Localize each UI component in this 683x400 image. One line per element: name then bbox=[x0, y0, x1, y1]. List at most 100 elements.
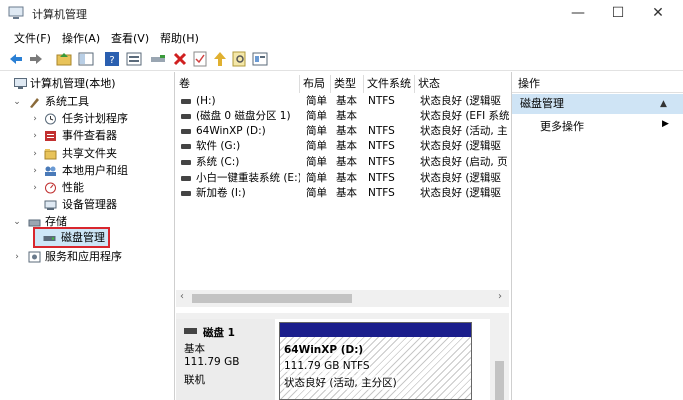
folder-icon bbox=[44, 149, 57, 160]
view-icon[interactable] bbox=[252, 51, 268, 67]
scroll-right-icon[interactable]: › bbox=[498, 291, 502, 302]
menu-help[interactable]: 帮助(H) bbox=[160, 30, 199, 46]
properties-icon[interactable] bbox=[126, 51, 142, 67]
scroll-left-icon[interactable]: ‹ bbox=[180, 291, 184, 302]
computer-management-window: 计算机管理 — ☐ ✕ 文件(F) 操作(A) 查看(V) 帮助(H) ? 计算… bbox=[0, 0, 683, 400]
column-header-volume[interactable]: 卷 bbox=[176, 75, 300, 93]
tree-item-task-scheduler[interactable]: › 任务计划程序 bbox=[0, 110, 175, 128]
disk-status: 联机 bbox=[184, 374, 205, 386]
help-icon[interactable]: ? bbox=[104, 51, 120, 67]
tree-item-disk-management[interactable]: 磁盘管理 bbox=[33, 227, 110, 248]
column-header-type[interactable]: 类型 bbox=[331, 75, 364, 93]
expand-arrow-icon[interactable]: › bbox=[30, 145, 40, 163]
users-icon bbox=[45, 166, 56, 176]
title-bar: 计算机管理 — ☐ ✕ bbox=[0, 0, 683, 27]
disk-type: 基本 bbox=[184, 343, 205, 355]
tree-item-event-viewer[interactable]: › 事件查看器 bbox=[0, 127, 175, 145]
expand-arrow-icon[interactable]: › bbox=[30, 179, 40, 197]
volume-icon bbox=[181, 160, 191, 165]
partition-name: 64WinXP (D:) bbox=[284, 344, 364, 356]
disk-name: 磁盘 1 bbox=[203, 327, 235, 339]
partition-color-bar bbox=[280, 323, 471, 337]
table-row[interactable]: 新加卷 (I:) 简单 基本 NTFS 状态良好 (逻辑驱 bbox=[176, 186, 509, 201]
table-row[interactable]: 小白一键重装系统 (E:) 简单 基本 NTFS 状态良好 (逻辑驱 bbox=[176, 171, 509, 186]
up-arrow-icon[interactable] bbox=[212, 51, 228, 67]
minimize-button[interactable]: — bbox=[558, 0, 598, 27]
menu-bar: 文件(F) 操作(A) 查看(V) 帮助(H) bbox=[0, 27, 683, 47]
volume-icon bbox=[181, 144, 191, 149]
disk-drive-icon bbox=[184, 328, 197, 334]
vertical-scrollbar[interactable] bbox=[490, 319, 509, 400]
up-folder-icon[interactable] bbox=[56, 51, 72, 67]
action-pane-header: 操作 bbox=[512, 75, 683, 93]
show-hide-tree-icon[interactable] bbox=[78, 51, 94, 67]
volume-icon bbox=[181, 99, 191, 104]
tree-item-system-tools[interactable]: ⌄ 系统工具 bbox=[0, 93, 175, 111]
window-title: 计算机管理 bbox=[32, 8, 87, 21]
partition-status: 状态良好 (活动, 主分区) bbox=[284, 375, 397, 390]
tools-icon bbox=[30, 98, 39, 108]
column-header-filesystem[interactable]: 文件系统 bbox=[364, 75, 415, 93]
horizontal-scrollbar[interactable]: ‹ › bbox=[176, 290, 509, 307]
menu-action[interactable]: 操作(A) bbox=[62, 30, 100, 46]
volume-icon bbox=[181, 191, 191, 196]
tree-item-local-users[interactable]: › 本地用户和组 bbox=[0, 162, 175, 180]
disk-size: 111.79 GB bbox=[184, 356, 240, 368]
column-header-status[interactable]: 状态 bbox=[415, 75, 509, 93]
scrollbar-thumb[interactable] bbox=[495, 361, 504, 400]
expand-arrow-icon[interactable]: › bbox=[30, 127, 40, 145]
expand-arrow-icon[interactable]: › bbox=[30, 110, 40, 128]
tree-root[interactable]: 计算机管理(本地) bbox=[0, 75, 175, 93]
volume-icon bbox=[181, 114, 191, 119]
disk-map: 磁盘 1 基本 111.79 GB 联机 64WinXP (D:) 111.79… bbox=[176, 319, 509, 400]
partition-block[interactable]: 64WinXP (D:) 111.79 GB NTFS 状态良好 (活动, 主分… bbox=[279, 322, 472, 400]
expand-arrow-icon[interactable]: › bbox=[30, 162, 40, 180]
table-row[interactable]: 软件 (G:) 简单 基本 NTFS 状态良好 (逻辑驱 bbox=[176, 139, 509, 154]
scrollbar-thumb[interactable] bbox=[192, 294, 352, 303]
back-icon[interactable] bbox=[8, 51, 24, 67]
clock-icon bbox=[45, 113, 56, 125]
tree-item-services[interactable]: › 服务和应用程序 bbox=[0, 248, 175, 266]
partition-size: 111.79 GB NTFS bbox=[284, 360, 370, 372]
volume-icon bbox=[181, 129, 191, 134]
expand-arrow-icon[interactable]: › bbox=[12, 248, 22, 266]
more-actions-item[interactable]: 更多操作 bbox=[540, 118, 584, 134]
svg-text:?: ? bbox=[109, 55, 114, 66]
table-row[interactable]: 系统 (C:) 简单 基本 NTFS 状态良好 (启动, 页 bbox=[176, 155, 509, 170]
submenu-arrow-icon: ▶ bbox=[662, 119, 669, 129]
performance-icon bbox=[45, 182, 56, 194]
menu-view[interactable]: 查看(V) bbox=[111, 30, 149, 46]
collapse-up-icon[interactable]: ▲ bbox=[660, 94, 667, 114]
delete-icon[interactable] bbox=[172, 51, 188, 67]
navigation-tree: 计算机管理(本地) ⌄ 系统工具 › 任务计划程序 › 事件查看器 › 共享文件… bbox=[0, 72, 175, 400]
search-icon[interactable] bbox=[232, 51, 248, 67]
collapse-arrow-icon[interactable]: ⌄ bbox=[12, 213, 22, 231]
toolbar: ? bbox=[0, 47, 683, 71]
disk-icon bbox=[43, 236, 56, 241]
table-row[interactable]: (磁盘 0 磁盘分区 1) 简单 基本 状态良好 (EFI 系统 bbox=[176, 109, 509, 124]
table-row[interactable]: (H:) 简单 基本 NTFS 状态良好 (逻辑驱 bbox=[176, 94, 509, 109]
connect-icon[interactable] bbox=[150, 51, 166, 67]
volume-icon bbox=[181, 176, 191, 181]
tree-item-shared-folders[interactable]: › 共享文件夹 bbox=[0, 145, 175, 163]
column-header-layout[interactable]: 布局 bbox=[300, 75, 331, 93]
disk-info-panel[interactable]: 磁盘 1 基本 111.79 GB 联机 bbox=[176, 319, 275, 400]
tree-item-device-manager[interactable]: 设备管理器 bbox=[0, 196, 175, 214]
maximize-button[interactable]: ☐ bbox=[598, 0, 638, 27]
device-icon bbox=[44, 200, 57, 210]
computer-management-icon bbox=[8, 6, 24, 19]
action-pane: 操作 磁盘管理 ▲ 更多操作 ▶ bbox=[511, 72, 683, 400]
services-icon bbox=[28, 251, 41, 263]
menu-file[interactable]: 文件(F) bbox=[14, 30, 51, 46]
tree-item-performance[interactable]: › 性能 bbox=[0, 179, 175, 197]
action-section-label: 磁盘管理 bbox=[520, 97, 564, 110]
tree-root-label: 计算机管理(本地) bbox=[30, 77, 116, 90]
event-icon bbox=[45, 131, 56, 141]
collapse-arrow-icon[interactable]: ⌄ bbox=[12, 93, 22, 111]
table-row[interactable]: 64WinXP (D:) 简单 基本 NTFS 状态良好 (活动, 主 bbox=[176, 124, 509, 139]
check-icon[interactable] bbox=[192, 51, 208, 67]
action-section-disk-management[interactable]: 磁盘管理 ▲ bbox=[512, 94, 683, 114]
computer-icon bbox=[14, 78, 27, 89]
forward-icon[interactable] bbox=[28, 51, 44, 67]
close-button[interactable]: ✕ bbox=[638, 0, 678, 27]
